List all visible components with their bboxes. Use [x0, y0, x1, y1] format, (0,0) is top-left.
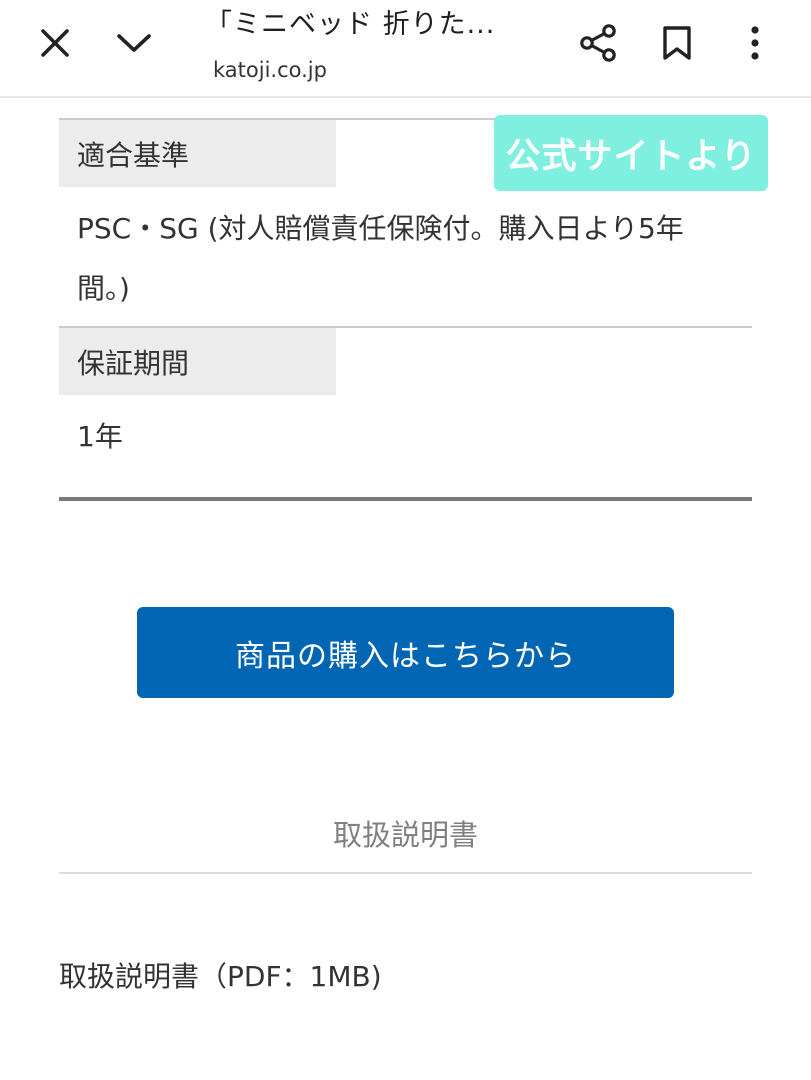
spec-value-standard: PSC・SG (対人賠償責任保険付。購入日より5年間。) — [77, 212, 684, 305]
spec-value-warranty: 1年 — [77, 420, 123, 453]
spec-label-warranty: 保証期間 — [59, 328, 336, 395]
more-vert-icon — [751, 26, 759, 60]
manual-heading: 取扱説明書 — [332, 818, 478, 852]
share-icon — [580, 24, 616, 62]
official-site-badge: 公式サイトより — [494, 115, 768, 191]
collapse-button[interactable] — [106, 15, 162, 71]
custom-tab-toolbar: 「ミニベッド 折りた... katoji.co.jp — [0, 0, 811, 98]
spec-label-standard: 適合基準 — [59, 120, 336, 187]
manual-pdf-link[interactable]: 取扱説明書（PDF：1MB) — [59, 955, 382, 995]
title-area[interactable]: 「ミニベッド 折りた... katoji.co.jp — [205, 6, 565, 85]
bookmark-icon — [663, 26, 691, 60]
share-button[interactable] — [570, 15, 626, 71]
close-icon — [41, 29, 69, 57]
chevron-down-icon — [117, 34, 151, 52]
more-options-button[interactable] — [727, 15, 783, 71]
buy-product-button[interactable]: 商品の購入はこちらから — [137, 607, 674, 698]
page-url: katoji.co.jp — [213, 58, 327, 82]
table-bottom-border — [59, 497, 752, 501]
page-title: 「ミニベッド 折りた... — [205, 9, 496, 40]
manual-divider — [59, 872, 752, 874]
close-button[interactable] — [27, 15, 83, 71]
bookmark-button[interactable] — [649, 15, 705, 71]
